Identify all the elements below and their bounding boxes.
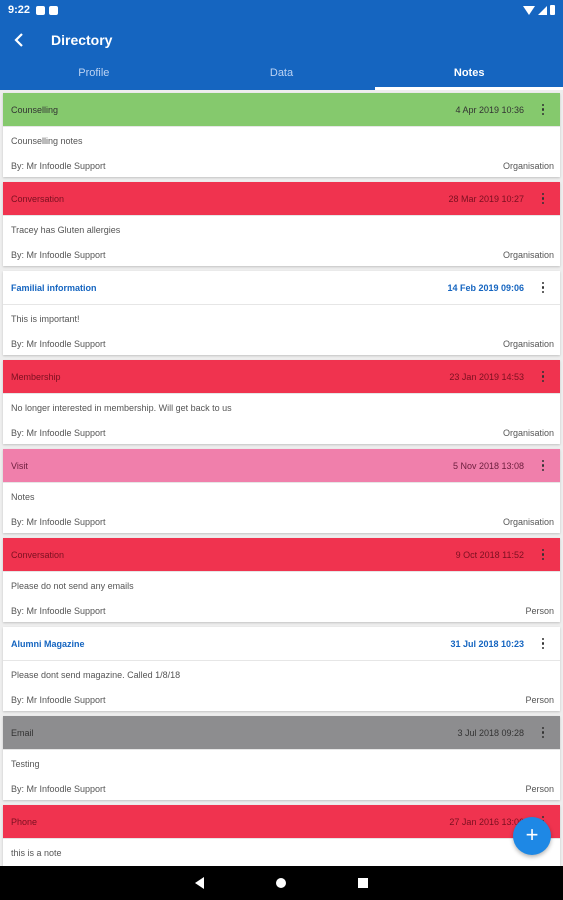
note-author: By: Mr Infoodle Support xyxy=(11,695,106,705)
note-scope: Person xyxy=(525,695,554,705)
notes-list[interactable]: Counselling 4 Apr 2019 10:36 Counselling n… xyxy=(0,90,563,866)
note-footer: By: Mr Infoodle Support Organisation xyxy=(3,422,560,444)
app-bar: Directory xyxy=(0,20,563,60)
note-date: 3 Jul 2018 09:28 xyxy=(457,727,524,738)
note-scope: Organisation xyxy=(502,250,554,260)
note-author: By: Mr Infoodle Support xyxy=(11,339,106,349)
note-card[interactable]: Familial information 14 Feb 2019 09:06 Thi… xyxy=(3,271,560,355)
note-type: Familial information xyxy=(11,282,97,293)
note-type: Visit xyxy=(11,460,28,471)
note-footer: By: Mr Infoodle Support Organisation xyxy=(3,333,560,355)
note-card[interactable]: Membership 23 Jan 2019 14:53 No longer int… xyxy=(3,360,560,444)
more-options-icon[interactable] xyxy=(534,627,552,660)
note-scope: Organisation xyxy=(502,428,554,438)
note-card[interactable]: Visit 5 Nov 2018 13:08 Notes By: Mr Infoodl… xyxy=(3,449,560,533)
note-scope: Person xyxy=(525,784,554,794)
note-author: By: Mr Infoodle Support xyxy=(11,606,106,616)
note-date: 9 Oct 2018 11:52 xyxy=(455,549,524,560)
more-options-icon[interactable] xyxy=(534,182,552,215)
note-header[interactable]: Familial information 14 Feb 2019 09:06 xyxy=(3,271,560,304)
note-footer: By: Mr Infoodle Support Person xyxy=(3,600,560,622)
nav-recents-icon[interactable] xyxy=(358,878,368,888)
note-author: By: Mr Infoodle Support xyxy=(11,784,106,794)
status-bar: 9:22 xyxy=(0,0,563,20)
more-options-icon[interactable] xyxy=(534,449,552,482)
note-footer: By: Mr Infoodle Support Organisation xyxy=(3,244,560,266)
note-author: By: Mr Infoodle Support xyxy=(11,517,106,527)
note-scope: Organisation xyxy=(502,517,554,527)
note-author: By: Mr Infoodle Support xyxy=(11,161,106,171)
note-body: this is a note xyxy=(3,838,560,866)
note-header[interactable]: Visit 5 Nov 2018 13:08 xyxy=(3,449,560,482)
note-card[interactable]: Phone 27 Jan 2016 13:06 this is a note xyxy=(3,805,560,866)
note-scope: Organisation xyxy=(502,339,554,349)
back-arrow-icon xyxy=(14,33,23,47)
note-body: Counselling notes xyxy=(3,126,560,155)
page-title: Directory xyxy=(51,32,113,48)
note-author: By: Mr Infoodle Support xyxy=(11,428,106,438)
tab-profile[interactable]: Profile xyxy=(0,60,188,90)
note-type: Alumni Magazine xyxy=(11,638,85,649)
note-header[interactable]: Counselling 4 Apr 2019 10:36 xyxy=(3,93,560,126)
notification-icon xyxy=(36,5,46,15)
note-header[interactable]: Conversation 9 Oct 2018 11:52 xyxy=(3,538,560,571)
note-type: Email xyxy=(11,727,34,738)
note-header[interactable]: Conversation 28 Mar 2019 10:27 xyxy=(3,182,560,215)
more-options-icon[interactable] xyxy=(534,538,552,571)
note-type: Phone xyxy=(11,816,38,827)
note-type: Conversation xyxy=(11,549,65,560)
note-body: Testing xyxy=(3,749,560,778)
note-header[interactable]: Email 3 Jul 2018 09:28 xyxy=(3,716,560,749)
note-header[interactable]: Phone 27 Jan 2016 13:06 xyxy=(3,805,560,838)
note-type: Counselling xyxy=(11,104,59,115)
note-card[interactable]: Alumni Magazine 31 Jul 2018 10:23 Please d… xyxy=(3,627,560,711)
note-footer: By: Mr Infoodle Support Organisation xyxy=(3,155,560,177)
signal-icon xyxy=(538,5,547,15)
note-card[interactable]: Conversation 28 Mar 2019 10:27 Tracey has … xyxy=(3,182,560,266)
note-card[interactable]: Counselling 4 Apr 2019 10:36 Counselling n… xyxy=(3,93,560,177)
note-footer: By: Mr Infoodle Support Person xyxy=(3,689,560,711)
note-type: Membership xyxy=(11,371,61,382)
more-options-icon[interactable] xyxy=(534,93,552,126)
note-author: By: Mr Infoodle Support xyxy=(11,250,106,260)
note-body: Tracey has Gluten allergies xyxy=(3,215,560,244)
note-date: 23 Jan 2019 14:53 xyxy=(449,371,524,382)
tab-notes[interactable]: Notes xyxy=(375,60,563,90)
nav-back-icon[interactable] xyxy=(195,877,204,889)
system-nav-bar xyxy=(0,866,563,900)
note-body: Please dont send magazine. Called 1/8/18 xyxy=(3,660,560,689)
note-type: Conversation xyxy=(11,193,65,204)
wifi-icon xyxy=(523,5,535,15)
note-card[interactable]: Email 3 Jul 2018 09:28 Testing By: Mr Infoo… xyxy=(3,716,560,800)
note-body: This is important! xyxy=(3,304,560,333)
note-date: 14 Feb 2019 09:06 xyxy=(447,282,524,293)
note-date: 27 Jan 2016 13:06 xyxy=(449,816,524,827)
nav-home-icon[interactable] xyxy=(276,878,286,888)
note-scope: Organisation xyxy=(502,161,554,171)
note-scope: Person xyxy=(525,606,554,616)
note-header[interactable]: Membership 23 Jan 2019 14:53 xyxy=(3,360,560,393)
note-header[interactable]: Alumni Magazine 31 Jul 2018 10:23 xyxy=(3,627,560,660)
back-button[interactable] xyxy=(2,20,38,60)
tab-bar: Profile Data Notes xyxy=(0,60,563,90)
more-options-icon[interactable] xyxy=(534,360,552,393)
note-body: Please do not send any emails xyxy=(3,571,560,600)
note-date: 4 Apr 2019 10:36 xyxy=(455,104,524,115)
battery-icon xyxy=(550,5,555,15)
more-options-icon[interactable] xyxy=(534,271,552,304)
note-date: 5 Nov 2018 13:08 xyxy=(452,460,524,471)
sim-icon xyxy=(49,5,59,15)
tab-data[interactable]: Data xyxy=(188,60,376,90)
note-footer: By: Mr Infoodle Support Person xyxy=(3,778,560,800)
note-card[interactable]: Conversation 9 Oct 2018 11:52 Please do no… xyxy=(3,538,560,622)
add-note-button[interactable]: + xyxy=(513,817,551,855)
note-body: Notes xyxy=(3,482,560,511)
note-date: 31 Jul 2018 10:23 xyxy=(450,638,524,649)
note-footer: By: Mr Infoodle Support Organisation xyxy=(3,511,560,533)
note-date: 28 Mar 2019 10:27 xyxy=(448,193,524,204)
more-options-icon[interactable] xyxy=(534,716,552,749)
note-body: No longer interested in membership. Will… xyxy=(3,393,560,422)
status-time: 9:22 xyxy=(8,4,31,16)
